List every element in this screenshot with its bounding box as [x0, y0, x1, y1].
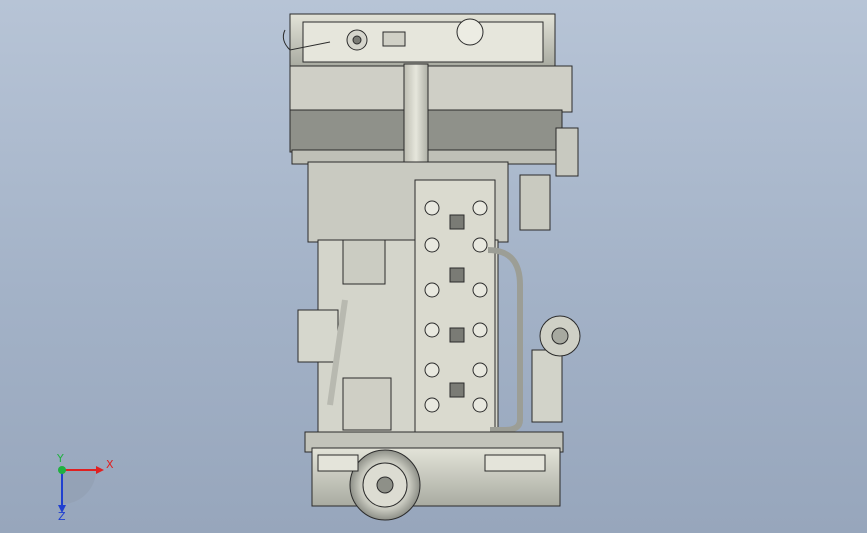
y-axis-icon: [58, 466, 66, 474]
triad-quarter-shade: [62, 470, 96, 504]
engine-model[interactable]: [0, 0, 867, 533]
graphics-viewport[interactable]: X Y Z: [0, 0, 867, 533]
top-tank[interactable]: [282, 13, 579, 177]
crank-pulley-assembly[interactable]: [304, 431, 564, 521]
y-axis-label: Y: [56, 452, 64, 465]
coordinate-triad: X Y Z: [56, 452, 114, 520]
x-axis-label: X: [106, 458, 114, 471]
z-axis-label: Z: [58, 510, 66, 520]
engine-block[interactable]: [297, 161, 581, 436]
x-arrow-icon: [96, 466, 104, 474]
